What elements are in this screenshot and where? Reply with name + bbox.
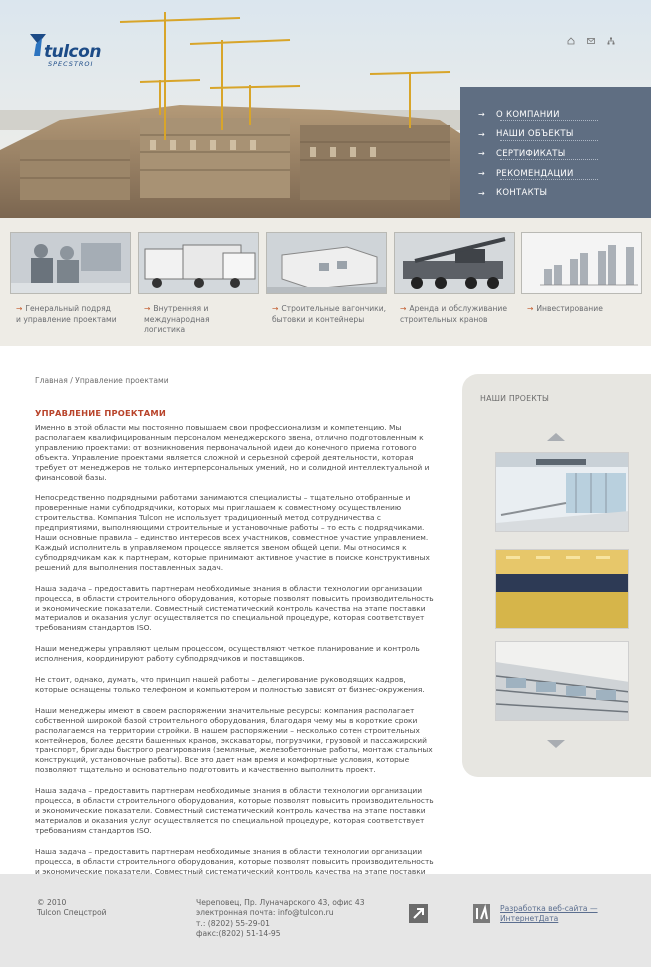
menu-item-label: СЕРТИФИКАТЫ	[496, 148, 566, 159]
developer-line-1[interactable]: Разработка веб-сайта —	[500, 904, 598, 913]
page-title: УПРАВЛЕНИЕ ПРОЕКТАМИ	[35, 408, 166, 418]
paragraph: Наши менеджеры управляют целым процессом…	[35, 644, 420, 664]
paragraph: Именно в этой области мы постоянно повыш…	[35, 423, 430, 482]
menu-item-certificates[interactable]: → СЕРТИФИКАТЫ	[478, 144, 651, 164]
main-menu: → О КОМПАНИИ → НАШИ ОБЪЕКТЫ → СЕРТИФИКАТЫ →…	[460, 87, 651, 218]
address: Череповец, Пр. Луначарского 43, офис 43	[196, 898, 365, 907]
project-thumbnail[interactable]	[495, 452, 629, 532]
developer-link[interactable]: Разработка веб-сайта — ИнтернетДата	[500, 904, 598, 925]
service-item-cabins[interactable]: → Строительные вагончики, бытовки и контей…	[266, 232, 387, 325]
service-label[interactable]: → Строительные вагончики, бытовки и контей…	[266, 304, 387, 325]
service-item-investment[interactable]: → Инвестирование	[521, 232, 642, 315]
menu-item-objects[interactable]: → НАШИ ОБЪЕКТЫ	[478, 125, 651, 145]
developer-logo-icon[interactable]	[473, 904, 490, 923]
service-label[interactable]: → Внутренняя и международная логистика	[138, 304, 259, 336]
copyright-year: © 2010	[37, 898, 67, 907]
scroll-down-arrow-icon[interactable]	[545, 738, 567, 750]
email[interactable]: электронная почта: info@tulcon.ru	[196, 908, 334, 917]
service-item-cranes[interactable]: → Аренда и обслуживание строительных крано…	[394, 232, 515, 325]
service-label[interactable]: → Аренда и обслуживание строительных крано…	[394, 304, 515, 325]
menu-item-recommendations[interactable]: → РЕКОМЕНДАЦИИ	[478, 164, 651, 184]
logo-subtitle: SPECSTROI	[48, 60, 94, 68]
phone: т.: (8202) 55-29-01	[196, 918, 270, 928]
share-arrow-icon[interactable]	[409, 904, 428, 923]
project-thumbnail[interactable]	[495, 641, 629, 721]
logo-wordmark: tulcon	[44, 42, 101, 62]
scroll-up-arrow-icon[interactable]	[545, 431, 567, 443]
sidebar-title: НАШИ ПРОЕКТЫ	[480, 394, 550, 403]
service-label[interactable]: → Генеральный подряд и управление проектам…	[10, 304, 131, 325]
arrow-right-icon: →	[478, 129, 486, 139]
service-thumbnail[interactable]	[138, 232, 259, 294]
menu-item-label: О КОМПАНИИ	[496, 109, 560, 120]
menu-item-label: КОНТАКТЫ	[496, 188, 548, 199]
header: tulcon SPECSTROI → О КОМПАНИИ → НАШИ ОБЪЕК…	[0, 0, 651, 218]
fax: факс:(8202) 51-14-95	[196, 929, 281, 939]
menu-item-label: НАШИ ОБЪЕКТЫ	[496, 129, 574, 140]
service-item-logistics[interactable]: → Внутренняя и международная логистика	[138, 232, 259, 336]
service-thumbnail[interactable]	[10, 232, 131, 294]
service-label[interactable]: → Инвестирование	[521, 304, 642, 315]
article-body: Именно в этой области мы постоянно повыш…	[35, 423, 435, 907]
paragraph: Наши менеджеры имеют в своем распоряжени…	[35, 705, 433, 775]
service-thumbnail[interactable]	[394, 232, 515, 294]
paragraph: Непосредственно подрядными работами зани…	[35, 493, 430, 572]
paragraph: Наша задача – предоставить партнерам нео…	[35, 583, 434, 633]
paragraph: Наша задача – предоставить партнерам нео…	[35, 786, 434, 835]
home-icon[interactable]	[567, 30, 575, 45]
breadcrumb[interactable]: Главная / Управление проектами	[35, 376, 169, 385]
projects-sidebar: НАШИ ПРОЕКТЫ	[462, 374, 651, 777]
arrow-right-icon: →	[478, 169, 486, 179]
arrow-right-icon: →	[478, 110, 486, 120]
service-item-general-contract[interactable]: → Генеральный подряд и управление проектам…	[10, 232, 131, 325]
contact-info: Череповец, Пр. Луначарского 43, офис 43 …	[196, 898, 365, 940]
services-strip: → Генеральный подряд и управление проектам…	[0, 218, 651, 346]
service-thumbnail[interactable]	[266, 232, 387, 294]
menu-item-about[interactable]: → О КОМПАНИИ	[478, 105, 651, 125]
project-thumbnail[interactable]	[495, 549, 629, 629]
service-thumbnail[interactable]	[521, 232, 642, 294]
developer-line-2[interactable]: ИнтернетДата	[500, 914, 558, 923]
mail-icon[interactable]	[587, 30, 595, 44]
copyright: © 2010 Tulcon Спецстрой	[37, 898, 107, 919]
arrow-right-icon: →	[478, 188, 486, 198]
sitemap-icon[interactable]	[607, 30, 615, 45]
menu-item-label: РЕКОМЕНДАЦИИ	[496, 168, 574, 179]
top-icon-bar	[567, 30, 615, 45]
copyright-name: Tulcon Спецстрой	[37, 908, 107, 918]
menu-item-contacts[interactable]: → КОНТАКТЫ	[478, 183, 651, 203]
paragraph: Не стоит, однако, думать, что принцип на…	[35, 675, 425, 694]
arrow-right-icon: →	[478, 149, 486, 159]
footer: © 2010 Tulcon Спецстрой Череповец, Пр. Л…	[0, 874, 651, 967]
